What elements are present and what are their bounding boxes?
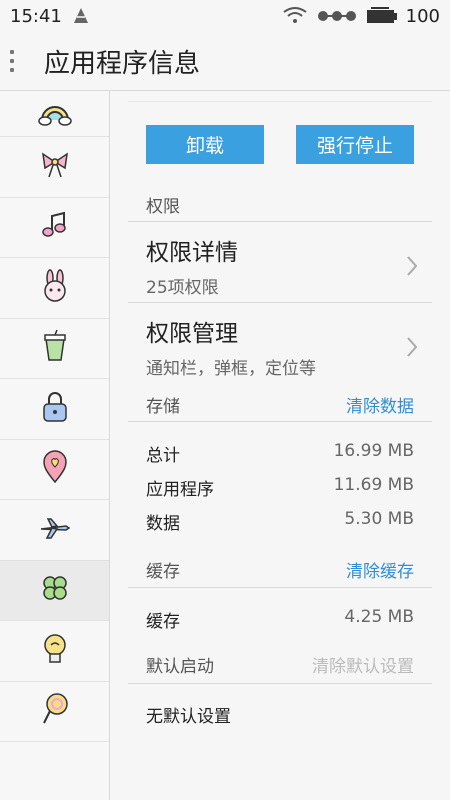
lock-icon [40,390,70,428]
chevron-right-icon [406,255,418,281]
divider [128,302,432,303]
title-bar: 应用程序信息 [0,32,450,90]
divider [128,221,432,222]
clear-data-link[interactable]: 清除数据 [346,392,414,417]
default-launch-section-label: 默认启动 [146,657,214,677]
storage-data-label: 数据 [146,514,180,534]
storage-total-label: 总计 [146,446,180,466]
sidebar-item-lightbulb[interactable] [0,621,109,682]
sidebar-item-lollipop[interactable] [0,682,109,742]
sidebar-item-clover[interactable] [0,560,109,621]
permission-details-item[interactable]: 权限详情 25项权限 [146,233,432,303]
top-divider [128,101,432,102]
permission-manage-title: 权限管理 [146,321,238,347]
wifi-icon [282,6,308,26]
app-info-content: 卸载 强行停止 权限 权限详情 25项权限 权限管理 通知栏，弹框，定位等 存储… [128,91,432,800]
sidebar-item-airplane[interactable] [0,500,109,561]
storage-total-value: 16.99 MB [333,441,414,461]
divider [128,421,432,422]
clear-cache-link[interactable]: 清除缓存 [346,557,414,582]
cache-section-label: 缓存 [146,562,180,582]
uninstall-button[interactable]: 卸载 [146,125,264,164]
cache-row-label: 缓存 [146,612,180,632]
permission-details-title: 权限详情 [146,240,238,266]
divider [128,683,432,684]
storage-data-value: 5.30 MB [344,509,414,529]
permission-manage-item[interactable]: 权限管理 通知栏，弹框，定位等 [146,314,432,384]
storage-app-value: 11.69 MB [333,475,414,495]
sidebar-item-lock[interactable] [0,379,109,440]
chevron-right-icon [406,336,418,362]
storage-section-label: 存储 [146,397,180,417]
clover-icon [39,572,71,608]
cup-icon [40,329,70,367]
rainbow-icon [37,98,72,130]
battery-level: 100 [405,5,440,27]
sidebar-item-rainbow[interactable] [0,91,109,137]
permission-manage-subtitle: 通知栏，弹框，定位等 [146,359,316,379]
permissions-section-label: 权限 [146,197,180,217]
no-default-status: 无默认设置 [146,707,231,727]
battery-icon [366,7,398,25]
bow-icon [39,150,71,184]
sidebar-item-music[interactable] [0,198,109,258]
page-title: 应用程序信息 [44,48,201,79]
music-note-icon [40,210,70,244]
status-time: 15:41 [10,5,62,27]
menu-icon[interactable] [10,50,28,72]
sidebar-item-bunny[interactable] [0,258,109,319]
sidebar-item-cup[interactable] [0,319,109,379]
signal-icon [316,6,358,26]
cache-row-value: 4.25 MB [344,607,414,627]
sidebar-item-location[interactable] [0,440,109,500]
lightbulb-icon [40,632,70,670]
permission-details-subtitle: 25项权限 [146,278,219,298]
status-bar: 15:41 100 [0,0,450,32]
divider [128,587,432,588]
sidebar-item-bow[interactable] [0,137,109,198]
clear-defaults-link[interactable]: 清除默认设置 [312,652,414,677]
storage-app-label: 应用程序 [146,480,214,500]
lollipop-icon [40,692,70,730]
force-stop-button[interactable]: 强行停止 [296,125,414,164]
location-pin-icon [40,450,70,488]
airplane-icon [38,514,72,546]
sidebar [0,91,110,800]
bunny-icon [40,269,70,307]
notification-icon [70,5,92,27]
